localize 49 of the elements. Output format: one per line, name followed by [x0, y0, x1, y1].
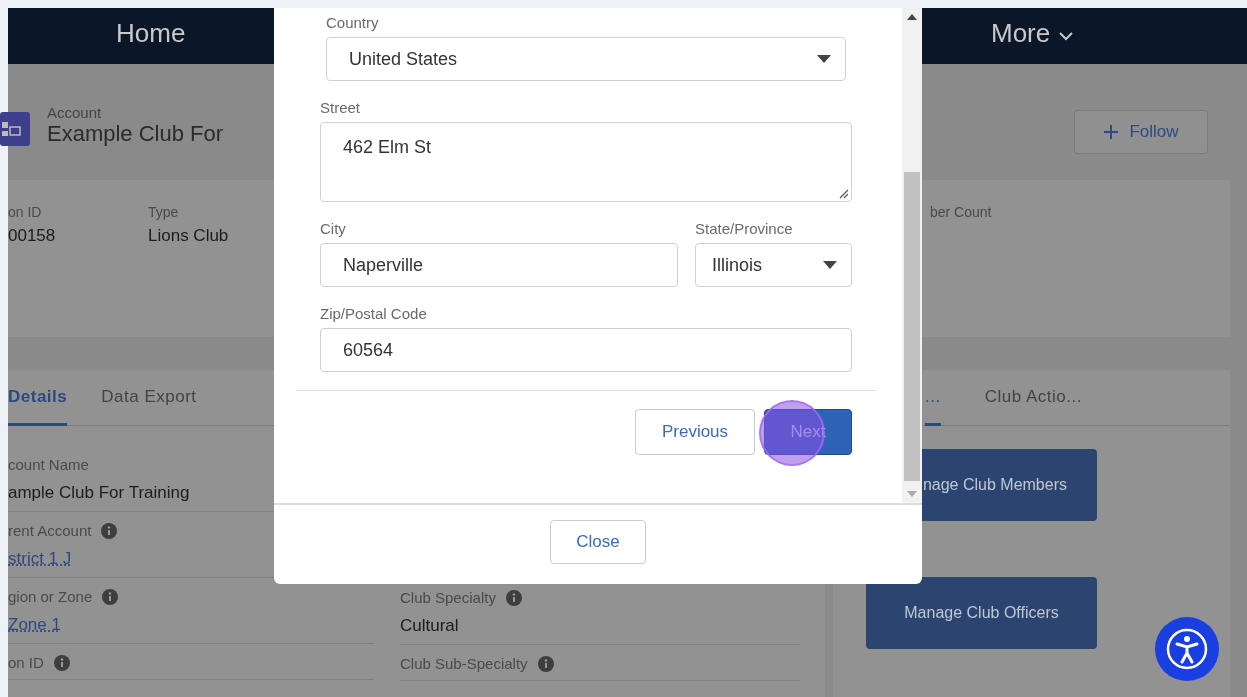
- tab[interactable]: Details: [8, 370, 68, 426]
- select-field[interactable]: Illinois: [695, 243, 852, 287]
- text-area[interactable]: 462 Elm St: [320, 122, 852, 202]
- select-field[interactable]: United States: [326, 37, 846, 81]
- field-value: ample Club For Training: [8, 483, 191, 503]
- field-label: Club Specialty: [400, 589, 496, 606]
- field-label: gion or Zone: [8, 588, 93, 605]
- scroll-down-icon[interactable]: [907, 491, 917, 497]
- plus-icon: [1103, 124, 1120, 140]
- info-icon[interactable]: [102, 588, 119, 605]
- field-label: Zip/Postal Code: [320, 305, 428, 322]
- field-label: count Name: [8, 456, 89, 473]
- account-icon: [0, 112, 30, 146]
- tab[interactable]: ...: [925, 370, 941, 426]
- field-label: rent Account: [8, 522, 92, 539]
- field-label: Country: [326, 14, 380, 31]
- tab[interactable]: Club Actio...: [984, 370, 1082, 426]
- previous-button[interactable]: Previous: [635, 409, 755, 455]
- field-label: Street: [320, 99, 362, 116]
- field-value: Lions Club: [148, 226, 229, 246]
- input-field[interactable]: 60564: [320, 328, 852, 372]
- field-label: Club Sub-Specialty: [400, 655, 528, 672]
- field-label: City: [320, 220, 347, 237]
- action-button[interactable]: Manage Club Officers: [866, 577, 1097, 649]
- nav-item[interactable]: Home: [116, 18, 186, 49]
- tab[interactable]: Data Export: [101, 370, 197, 426]
- accessibility-icon: [1165, 627, 1209, 671]
- object-label: Account: [47, 104, 103, 121]
- field-label: Type: [148, 204, 180, 220]
- info-icon[interactable]: [53, 654, 70, 671]
- scroll-up-icon[interactable]: [907, 14, 917, 20]
- info-icon[interactable]: [537, 655, 554, 672]
- field-label: on ID: [8, 204, 43, 220]
- scrollbar-thumb[interactable]: [904, 172, 920, 481]
- info-icon[interactable]: [101, 522, 118, 539]
- dropdown-arrow-icon: [823, 261, 837, 269]
- scrollbar[interactable]: [902, 8, 922, 503]
- input-field[interactable]: Naperville: [320, 243, 678, 287]
- field-value: Cultural: [400, 616, 460, 636]
- record-title: Example Club For: [47, 121, 224, 147]
- field-label: ber Count: [930, 204, 992, 220]
- nav-item[interactable]: More: [991, 18, 1075, 49]
- dropdown-arrow-icon: [817, 55, 831, 63]
- resize-grip-icon[interactable]: [839, 189, 849, 199]
- field-label: on ID: [8, 654, 44, 671]
- info-icon[interactable]: [505, 589, 522, 606]
- field-label: State/Province: [695, 220, 794, 237]
- close-button[interactable]: Close: [550, 519, 646, 564]
- field-value: 00158: [8, 226, 56, 246]
